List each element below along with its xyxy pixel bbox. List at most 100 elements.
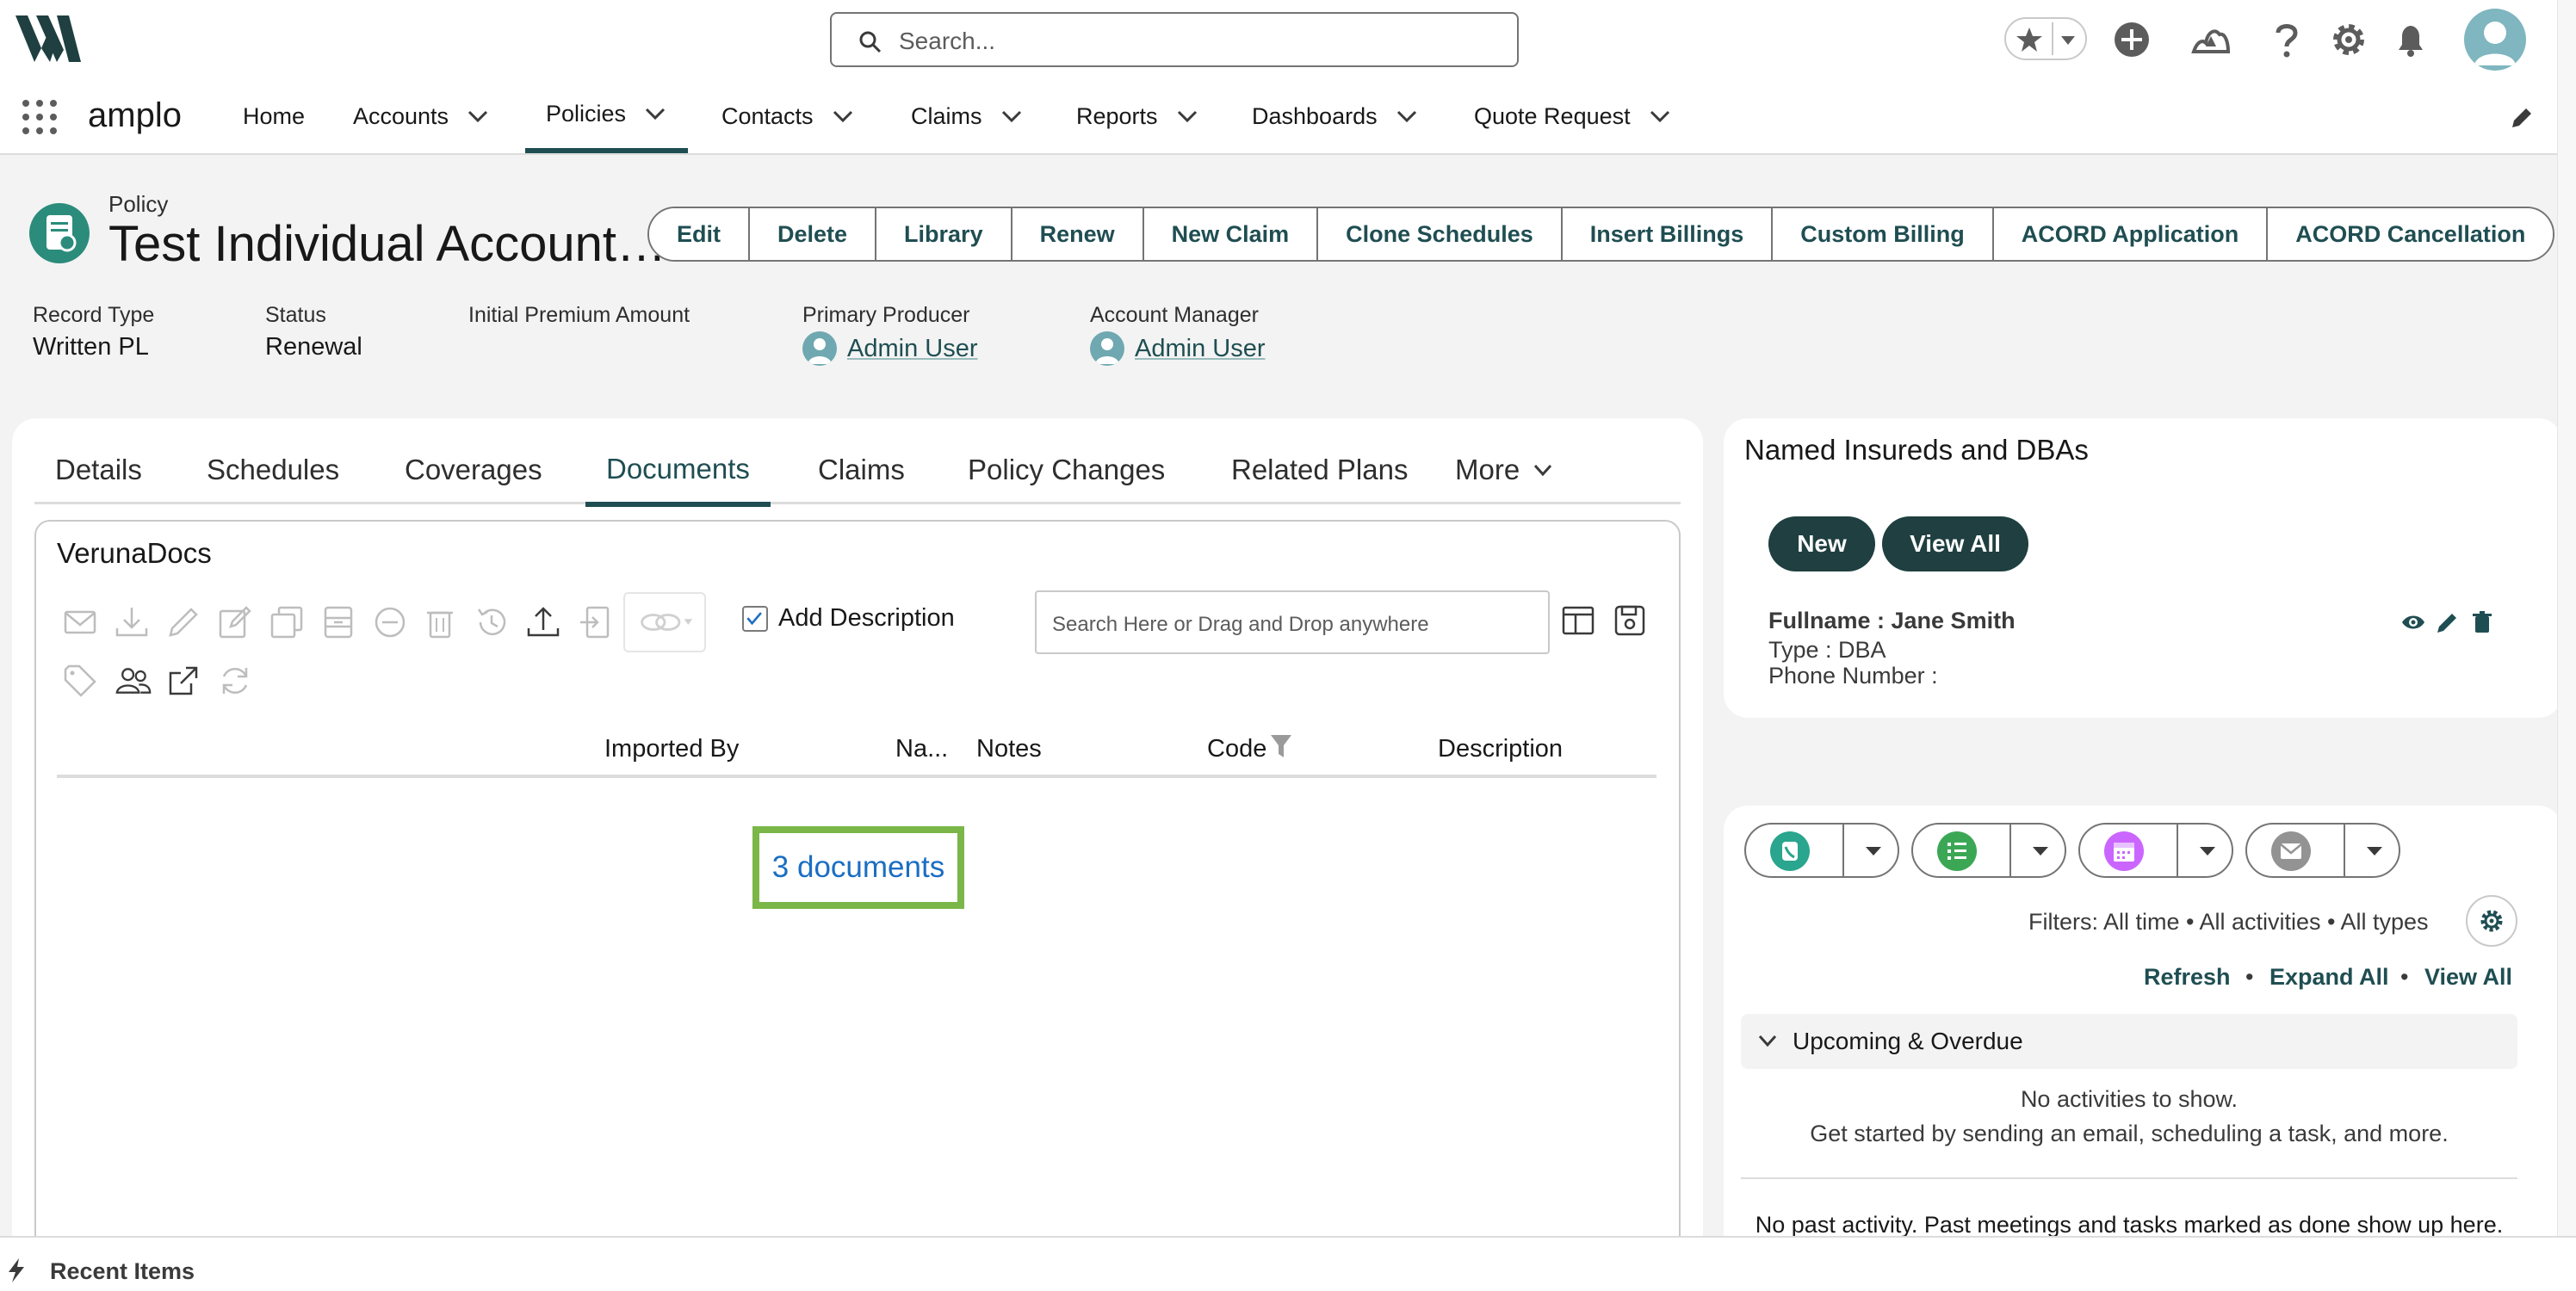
new-task-icon[interactable] bbox=[1937, 831, 1977, 871]
insert-billings-button[interactable]: Insert Billings bbox=[1560, 208, 1772, 260]
app-launcher-icon[interactable] bbox=[21, 98, 59, 136]
favorites-star-icon[interactable] bbox=[2015, 25, 2044, 54]
tab-schedules[interactable]: Schedules bbox=[186, 435, 360, 504]
acord-cancellation-button[interactable]: ACORD Cancellation bbox=[2266, 208, 2554, 260]
activity-settings-button[interactable] bbox=[2466, 895, 2517, 947]
column-code[interactable]: Code bbox=[1207, 735, 1266, 763]
log-call-icon[interactable] bbox=[1770, 831, 1810, 871]
send-email-button-group[interactable] bbox=[2245, 823, 2400, 878]
chevron-down-icon[interactable] bbox=[831, 108, 855, 125]
chevron-down-icon[interactable] bbox=[1395, 108, 1419, 125]
tab-coverages[interactable]: Coverages bbox=[384, 435, 563, 504]
archive-icon[interactable] bbox=[320, 604, 356, 640]
trailhead-icon[interactable] bbox=[2190, 19, 2232, 60]
tab-more[interactable]: More bbox=[1434, 435, 1575, 504]
setup-gear-icon[interactable] bbox=[2328, 19, 2369, 60]
primary-producer-link[interactable]: Admin User bbox=[847, 335, 978, 363]
nav-item-claims[interactable]: Claims bbox=[911, 79, 1024, 153]
users-icon[interactable] bbox=[115, 663, 152, 699]
column-imported-by[interactable]: Imported By bbox=[604, 735, 739, 763]
page-scrollbar[interactable] bbox=[2557, 0, 2576, 1236]
upload-icon[interactable] bbox=[525, 604, 561, 640]
download-icon[interactable] bbox=[114, 604, 150, 640]
chevron-down-icon[interactable] bbox=[466, 108, 490, 125]
primary-producer-user[interactable]: Admin User bbox=[802, 331, 978, 366]
copy-icon[interactable] bbox=[269, 604, 305, 640]
tab-details[interactable]: Details bbox=[34, 435, 163, 504]
filter-funnel-icon[interactable] bbox=[1269, 733, 1293, 759]
view-all-activity-link[interactable]: View All bbox=[2424, 964, 2512, 991]
expand-all-link[interactable]: Expand All bbox=[2269, 964, 2389, 991]
save-icon[interactable] bbox=[1612, 602, 1648, 639]
library-button[interactable]: Library bbox=[875, 208, 1011, 260]
external-link-icon[interactable] bbox=[165, 663, 201, 699]
refresh-activity-link[interactable]: Refresh bbox=[2144, 964, 2231, 991]
recent-items-button[interactable]: Recent Items bbox=[50, 1258, 195, 1285]
link-dropdown[interactable] bbox=[623, 592, 706, 652]
add-icon[interactable] bbox=[2111, 19, 2152, 60]
add-description-checkbox[interactable] bbox=[742, 606, 768, 632]
tab-claims[interactable]: Claims bbox=[797, 435, 926, 504]
view-eye-icon[interactable] bbox=[2400, 609, 2426, 635]
caret-down-icon[interactable] bbox=[2030, 843, 2051, 859]
history-icon[interactable] bbox=[474, 604, 510, 640]
edit-nav-pencil-icon[interactable] bbox=[2509, 105, 2535, 131]
chevron-down-icon[interactable] bbox=[1648, 108, 1672, 125]
new-task-button-group[interactable] bbox=[1911, 823, 2066, 878]
tab-documents[interactable]: Documents bbox=[585, 435, 771, 507]
global-search-input[interactable]: Search... bbox=[830, 12, 1519, 67]
nav-item-contacts[interactable]: Contacts bbox=[721, 79, 855, 153]
view-all-insureds-button[interactable]: View All bbox=[1882, 516, 2028, 571]
tag-icon[interactable] bbox=[62, 663, 98, 699]
nav-item-policies[interactable]: Policies bbox=[525, 79, 689, 153]
account-manager-user[interactable]: Admin User bbox=[1090, 331, 1266, 366]
nav-item-accounts[interactable]: Accounts bbox=[353, 79, 490, 153]
column-name[interactable]: Na... bbox=[895, 735, 948, 763]
delete-trash-icon[interactable] bbox=[2469, 609, 2495, 635]
document-count-link[interactable]: 3 documents bbox=[772, 850, 944, 885]
user-avatar[interactable] bbox=[2464, 9, 2526, 71]
trash-icon[interactable] bbox=[422, 604, 458, 640]
send-email-icon[interactable] bbox=[2271, 831, 2311, 871]
log-call-button-group[interactable] bbox=[1744, 823, 1899, 878]
nav-item-quote-request[interactable]: Quote Request bbox=[1474, 79, 1672, 153]
edit-square-icon[interactable] bbox=[217, 604, 253, 640]
notifications-bell-icon[interactable] bbox=[2390, 19, 2431, 60]
chevron-down-icon[interactable] bbox=[1000, 108, 1024, 125]
custom-billing-button[interactable]: Custom Billing bbox=[1771, 208, 1992, 260]
pencil-icon[interactable] bbox=[165, 604, 201, 640]
document-search-input[interactable]: Search Here or Drag and Drop anywhere bbox=[1035, 590, 1550, 654]
tab-policy-changes[interactable]: Policy Changes bbox=[947, 435, 1186, 504]
nav-item-reports[interactable]: Reports bbox=[1076, 79, 1199, 153]
clone-schedules-button[interactable]: Clone Schedules bbox=[1316, 208, 1561, 260]
new-insured-button[interactable]: New bbox=[1768, 516, 1875, 571]
chevron-down-icon[interactable] bbox=[1756, 1031, 1779, 1050]
acord-application-button[interactable]: ACORD Application bbox=[1991, 208, 2267, 260]
favorites-dropdown-icon[interactable] bbox=[2058, 33, 2078, 48]
chevron-down-icon[interactable] bbox=[643, 105, 667, 122]
new-claim-button[interactable]: New Claim bbox=[1142, 208, 1317, 260]
renew-button[interactable]: Renew bbox=[1010, 208, 1142, 260]
caret-down-icon[interactable] bbox=[1863, 843, 1884, 859]
delete-button[interactable]: Delete bbox=[748, 208, 876, 260]
column-description[interactable]: Description bbox=[1438, 735, 1563, 763]
nav-item-dashboards[interactable]: Dashboards bbox=[1252, 79, 1419, 153]
nav-item-home[interactable]: Home bbox=[243, 79, 305, 153]
remove-circle-icon[interactable] bbox=[372, 604, 408, 640]
tab-related-plans[interactable]: Related Plans bbox=[1211, 435, 1428, 504]
email-icon[interactable] bbox=[62, 604, 98, 640]
app-logo[interactable] bbox=[15, 15, 81, 62]
edit-pencil-icon[interactable] bbox=[2435, 609, 2461, 635]
account-manager-link[interactable]: Admin User bbox=[1135, 335, 1266, 363]
column-notes[interactable]: Notes bbox=[976, 735, 1042, 763]
new-event-calendar-icon[interactable] bbox=[2104, 831, 2144, 871]
edit-button[interactable]: Edit bbox=[649, 208, 748, 260]
favorites-button-group[interactable] bbox=[2004, 17, 2087, 60]
caret-down-icon[interactable] bbox=[2197, 843, 2218, 859]
refresh-icon[interactable] bbox=[217, 663, 253, 699]
help-icon[interactable] bbox=[2266, 19, 2307, 60]
import-icon[interactable] bbox=[577, 604, 613, 640]
layout-columns-icon[interactable] bbox=[1560, 602, 1596, 639]
new-event-button-group[interactable] bbox=[2078, 823, 2233, 878]
caret-down-icon[interactable] bbox=[2364, 843, 2385, 859]
